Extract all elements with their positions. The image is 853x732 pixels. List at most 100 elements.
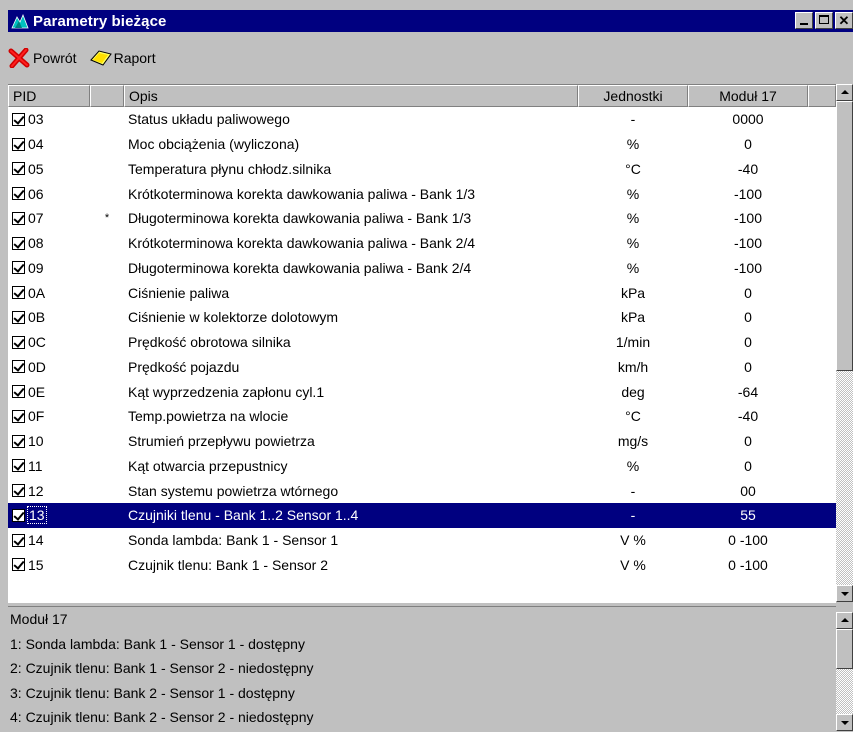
pid-cell: 15 <box>8 557 90 573</box>
info-line: 3: Czujnik tlenu: Bank 2 - Sensor 1 - do… <box>10 684 295 701</box>
row-checkbox[interactable] <box>12 360 25 374</box>
row-checkbox[interactable] <box>12 162 25 176</box>
table-row[interactable]: 13 Czujniki tlenu - Bank 1..2 Sensor 1..4… <box>8 503 836 528</box>
pid-cell: 14 <box>8 532 90 548</box>
row-checkbox[interactable] <box>12 558 25 572</box>
table-row[interactable]: 15 Czujnik tlenu: Bank 1 - Sensor 2 V % 0 -… <box>8 553 836 578</box>
row-checkbox[interactable] <box>12 459 25 473</box>
table-row[interactable]: 0F Temp.powietrza na wlocie °C -40 <box>8 404 836 429</box>
row-checkbox[interactable] <box>12 211 25 225</box>
pid-cell: 06 <box>8 186 90 202</box>
row-checkbox[interactable] <box>12 236 25 250</box>
unit-cell: 1/min <box>615 334 651 351</box>
toolbar: Powrót Raport <box>8 44 168 72</box>
title-bar[interactable]: Parametry bieżące ✕ <box>8 10 853 32</box>
unit-cell: - <box>630 111 636 128</box>
info-line: 4: Czujnik tlenu: Bank 2 - Sensor 2 - ni… <box>10 709 314 725</box>
value-cell: 0 <box>744 334 752 351</box>
info-scroll-thumb[interactable] <box>836 629 853 669</box>
table-row[interactable]: 0D Prędkość pojazdu km/h 0 <box>8 355 836 380</box>
description-cell: Status układu paliwowego <box>128 111 290 128</box>
scroll-thumb[interactable] <box>836 101 853 371</box>
table-row[interactable]: 03 Status układu paliwowego - 0000 <box>8 107 836 132</box>
table-scrollbar[interactable] <box>836 84 853 602</box>
parameters-table[interactable]: PID Opis Jednostki Moduł 17 03 Status ukł… <box>8 84 836 603</box>
row-checkbox[interactable] <box>12 335 25 349</box>
description-cell: Długoterminowa korekta dawkowania paliwa… <box>128 259 472 276</box>
row-checkbox[interactable] <box>12 385 25 399</box>
scroll-up-button[interactable] <box>836 84 853 101</box>
yellow-tag-icon <box>89 48 112 68</box>
window-title: Parametry bieżące <box>33 12 167 30</box>
back-button[interactable]: Powrót <box>8 47 77 69</box>
info-scrollbar[interactable] <box>836 612 853 731</box>
minimize-button[interactable] <box>795 12 813 29</box>
info-scroll-down-button[interactable] <box>836 714 853 731</box>
module-info-panel: Moduł 17 1: Sonda lambda: Bank 1 - Senso… <box>8 606 836 732</box>
value-cell: 0000 <box>732 111 764 128</box>
row-checkbox[interactable] <box>12 508 25 522</box>
row-checkbox[interactable] <box>12 112 25 126</box>
arrow-down-icon <box>841 721 849 725</box>
table-row[interactable]: 05 Temperatura płynu chłodz.silnika °C -40 <box>8 157 836 182</box>
back-label: Powrót <box>33 50 77 66</box>
row-checkbox[interactable] <box>12 533 25 547</box>
table-row[interactable]: 14 Sonda lambda: Bank 1 - Sensor 1 V % 0 -1… <box>8 528 836 553</box>
column-header-description[interactable]: Opis <box>124 85 578 107</box>
row-checkbox[interactable] <box>12 261 25 275</box>
description-cell: Prędkość obrotowa silnika <box>128 334 291 351</box>
value-cell: -64 <box>737 383 759 400</box>
report-button[interactable]: Raport <box>89 48 156 68</box>
row-checkbox[interactable] <box>12 409 25 423</box>
app-logo-icon <box>11 13 29 29</box>
table-row[interactable]: 12 Stan systemu powietrza wtórnego - 00 <box>8 478 836 503</box>
flag-cell: * <box>104 212 110 225</box>
pid-cell: 13 <box>8 506 90 525</box>
pid-cell: 09 <box>8 260 90 276</box>
column-header-pid[interactable]: PID <box>8 85 90 107</box>
table-row[interactable]: 0E Kąt wyprzedzenia zapłonu cyl.1 deg -64 <box>8 379 836 404</box>
info-scroll-up-button[interactable] <box>836 612 853 629</box>
info-line: 1: Sonda lambda: Bank 1 - Sensor 1 - dos… <box>10 635 305 652</box>
scroll-down-button[interactable] <box>836 585 853 602</box>
row-checkbox[interactable] <box>12 137 25 151</box>
column-header-flag[interactable] <box>90 85 124 107</box>
table-row[interactable]: 09 Długoterminowa korekta dawkowania pali… <box>8 256 836 281</box>
row-checkbox[interactable] <box>12 187 25 201</box>
row-checkbox[interactable] <box>12 434 25 448</box>
row-checkbox[interactable] <box>12 286 25 300</box>
unit-cell: kPa <box>620 309 646 326</box>
unit-cell: °C <box>625 160 641 177</box>
maximize-icon <box>819 15 829 24</box>
value-cell: 0 -100 <box>728 532 768 549</box>
unit-cell: deg <box>621 383 645 400</box>
table-row[interactable]: 06 Krótkoterminowa korekta dawkowania pal… <box>8 181 836 206</box>
table-row[interactable]: 0A Ciśnienie paliwa kPa 0 <box>8 280 836 305</box>
row-checkbox[interactable] <box>12 484 25 498</box>
row-checkbox[interactable] <box>12 310 25 324</box>
pid-cell: 12 <box>8 483 90 499</box>
table-row[interactable]: 0B Ciśnienie w kolektorze dolotowym kPa 0 <box>8 305 836 330</box>
table-row[interactable]: 07 * Długoterminowa korekta dawkowania pal… <box>8 206 836 231</box>
table-row[interactable]: 11 Kąt otwarcia przepustnicy% 0 <box>8 454 836 479</box>
description-cell: Stan systemu powietrza wtórnego <box>128 482 339 499</box>
pid-value: 06 <box>28 185 44 202</box>
value-cell: -40 <box>737 408 759 425</box>
table-row[interactable]: 0C Prędkość obrotowa silnika 1/min 0 <box>8 330 836 355</box>
pid-value: 11 <box>28 457 43 474</box>
pid-cell: 07 <box>8 210 90 226</box>
close-button[interactable]: ✕ <box>835 12 853 29</box>
table-row[interactable]: 10 Strumień przepływu powietrza mg/s 0 <box>8 429 836 454</box>
pid-value: 0A <box>28 284 46 301</box>
value-cell: 0 <box>744 358 752 375</box>
column-header-units[interactable]: Jednostki <box>578 85 688 107</box>
description-cell: Czujnik tlenu: Bank 1 - Sensor 2 <box>128 556 328 573</box>
report-label: Raport <box>113 50 156 66</box>
table-row[interactable]: 04 Moc obciążenia (wyliczona)% 0 <box>8 132 836 157</box>
column-header-module[interactable]: Moduł 17 <box>688 85 808 107</box>
pid-value: 05 <box>28 160 44 177</box>
table-row[interactable]: 08 Krótkoterminowa korekta dawkowania pal… <box>8 231 836 256</box>
pid-cell: 0F <box>8 408 90 424</box>
description-cell: Temp.powietrza na wlocie <box>128 408 289 425</box>
maximize-button[interactable] <box>815 12 833 29</box>
